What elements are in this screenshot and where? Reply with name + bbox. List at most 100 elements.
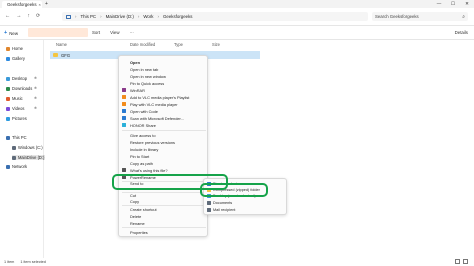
sidebar-item-label: Windows (C:) — [18, 145, 43, 150]
nav-buttons: ← → ↑ ⟳ — [5, 13, 40, 19]
menu-item-label: Include in library — [130, 146, 159, 152]
tab-geeksforgeeks[interactable]: Geeksforgeeks × — [2, 1, 42, 8]
refresh-button[interactable]: ⟳ — [36, 13, 40, 19]
breadcrumb-geeksforgeeks[interactable]: Geeksforgeeks — [163, 14, 193, 19]
menu-item-open-new-tab[interactable]: Open in new tab — [119, 66, 209, 72]
menu-item-label: Properties — [130, 229, 148, 235]
minimize-button[interactable]: — — [432, 0, 446, 8]
breadcrumb-this-pc[interactable]: This PC — [80, 14, 96, 19]
file-name: GFG — [61, 52, 71, 58]
menu-item-scan-defender[interactable]: Scan with Microsoft Defender... — [119, 115, 209, 121]
menu-item-label: Add to VLC media player's Playlist — [130, 94, 190, 100]
submenu-item-label: Mail recipient — [213, 208, 236, 212]
maximize-button[interactable]: ☐ — [446, 0, 460, 8]
search-input[interactable]: Search Geeksforgeeks ⌕ — [372, 12, 468, 21]
gallery-icon — [6, 56, 10, 61]
sidebar-item-desktop[interactable]: Desktop — [6, 76, 27, 81]
sidebar-item-label: Network — [12, 164, 28, 169]
forward-button[interactable]: → — [16, 13, 21, 19]
menu-item-give-access[interactable]: Give access to — [119, 132, 209, 138]
documents-icon — [207, 201, 211, 205]
column-header-name[interactable]: Name — [56, 42, 67, 47]
item-count: 1 item — [4, 260, 15, 264]
menu-item-label: Create shortcut — [130, 206, 157, 212]
column-header-date-modified[interactable]: Date modified — [130, 42, 155, 47]
menu-item-create-shortcut[interactable]: Create shortcut — [119, 206, 209, 212]
menu-item-winrar[interactable]: WinRAR — [119, 87, 209, 93]
menu-item-rename[interactable]: Rename — [119, 220, 209, 226]
sidebar-item-gallery[interactable]: Gallery — [6, 56, 25, 61]
menu-item-restore-versions[interactable]: Restore previous versions — [119, 139, 209, 145]
sidebar-item-network[interactable]: Network — [6, 164, 27, 169]
menu-item-honor-share[interactable]: HONOR Share — [119, 122, 209, 128]
breadcrumb-maindrive[interactable]: MainDrive (D:) — [106, 14, 134, 19]
sidebar-item-pictures[interactable]: Pictures — [6, 116, 27, 121]
sidebar-item-home[interactable]: Home — [6, 46, 23, 51]
sidebar-item-downloads[interactable]: Downloads — [6, 86, 32, 91]
sidebar-item-label: Home — [12, 46, 23, 51]
column-header-type[interactable]: Type — [174, 42, 183, 47]
sidebar-item-this-pc[interactable]: This PC — [6, 135, 27, 140]
toolbar-actions: Sort View ··· — [92, 30, 134, 35]
breadcrumb-work[interactable]: Work — [143, 14, 153, 19]
sidebar-item-label: MainDrive (D:) — [18, 155, 45, 160]
pc-icon — [6, 135, 10, 140]
menu-item-open[interactable]: Open — [119, 59, 209, 65]
compressed-folder-highlight — [200, 183, 268, 197]
sidebar-item-label: Videos — [12, 106, 25, 111]
title-bar: Geeksforgeeks × + — ☐ ✕ — [0, 0, 474, 8]
navigation-pane: Home Gallery Desktop ✱ Downloads ✱ Music… — [0, 40, 46, 258]
menu-item-whats-using[interactable]: What's using this file? — [119, 167, 209, 173]
menu-item-vlc-play[interactable]: Play with VLC media player — [119, 101, 209, 107]
up-button[interactable]: ↑ — [27, 13, 30, 19]
more-button[interactable]: ··· — [130, 30, 134, 35]
context-menu: Open Open in new tab Open in new window … — [118, 55, 208, 237]
menu-item-pin-start[interactable]: Pin to Start — [119, 153, 209, 159]
back-button[interactable]: ← — [5, 13, 10, 19]
pin-icon: ✱ — [34, 106, 37, 110]
menu-item-vlc-playlist[interactable]: Add to VLC media player's Playlist — [119, 94, 209, 100]
menu-item-pin-quick-access[interactable]: Pin to Quick access — [119, 80, 209, 86]
sidebar-item-videos[interactable]: Videos — [6, 106, 24, 111]
sort-button[interactable]: Sort — [92, 30, 100, 35]
menu-item-delete[interactable]: Delete — [119, 213, 209, 219]
new-tab-button[interactable]: + — [45, 1, 48, 7]
menu-item-include-library[interactable]: Include in library — [119, 146, 209, 152]
details-view-icon[interactable] — [455, 259, 460, 264]
sidebar-item-windows-c[interactable]: Windows (C:) — [12, 145, 43, 150]
window-controls: — ☐ ✕ — [432, 0, 474, 8]
sidebar-item-label: Gallery — [12, 56, 25, 61]
menu-item-open-new-window[interactable]: Open in new window — [119, 73, 209, 79]
menu-item-label: Copy as path — [130, 160, 153, 166]
menu-item-label: Rename — [130, 220, 145, 226]
sidebar-item-music[interactable]: Music — [6, 96, 23, 101]
downloads-icon — [6, 86, 10, 91]
menu-item-label: Play with VLC media player — [130, 101, 178, 107]
breadcrumb[interactable]: › This PC › MainDrive (D:) › Work › Geek… — [62, 12, 368, 21]
menu-item-label: What's using this file? — [130, 167, 168, 173]
details-button[interactable]: Details — [455, 30, 468, 35]
pin-icon: ✱ — [34, 76, 37, 80]
new-button[interactable]: + New — [4, 30, 18, 36]
menu-item-copy[interactable]: Copy — [119, 198, 209, 204]
mail-icon — [207, 208, 211, 212]
submenu-item-mail-recipient[interactable]: Mail recipient — [204, 207, 288, 213]
menu-separator — [122, 130, 206, 131]
menu-item-properties[interactable]: Properties — [119, 229, 209, 235]
submenu-item-documents[interactable]: Documents — [204, 200, 288, 206]
menu-item-label: Pin to Start — [130, 153, 150, 159]
sidebar-item-maindrive-d[interactable]: MainDrive (D:) — [12, 155, 46, 160]
menu-item-copy-as-path[interactable]: Copy as path — [119, 160, 209, 166]
tiles-view-icon[interactable] — [463, 259, 468, 264]
column-headers: Name Date modified Type Size — [52, 42, 292, 49]
column-header-size[interactable]: Size — [212, 42, 220, 47]
search-placeholder: Search Geeksforgeeks — [375, 14, 419, 19]
view-button[interactable]: View — [110, 30, 119, 35]
tab-close-button[interactable]: × — [39, 2, 41, 7]
command-bar: + New Sort View ··· Details — [0, 26, 474, 40]
network-icon — [6, 164, 10, 169]
close-button[interactable]: ✕ — [460, 0, 474, 8]
menu-item-open-with-code[interactable]: Open with Code — [119, 108, 209, 114]
drive-icon — [12, 145, 16, 150]
menu-item-label: Open — [130, 59, 140, 65]
